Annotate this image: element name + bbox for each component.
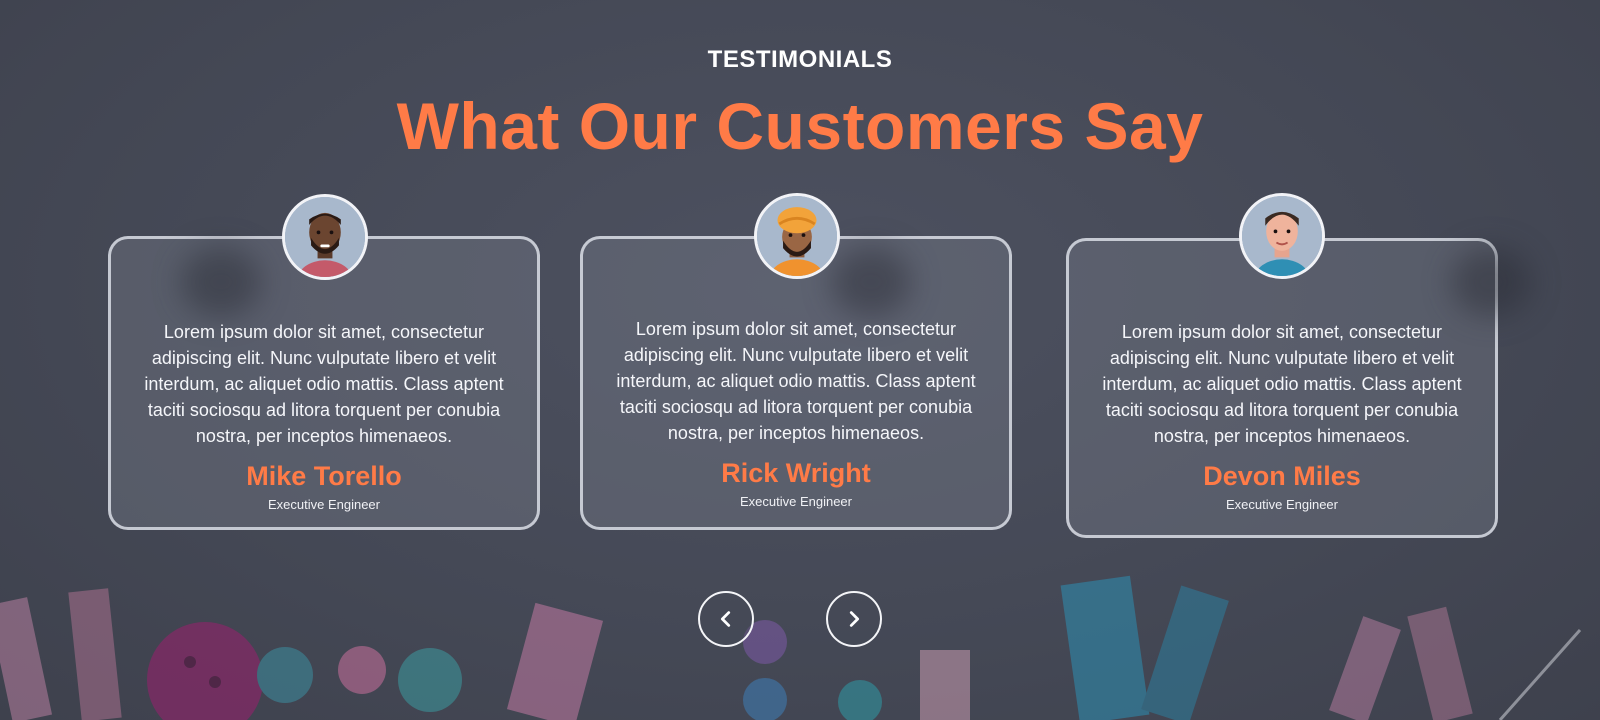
avatar-man-turban-icon — [754, 193, 840, 279]
testimonial-card: Lorem ipsum dolor sit amet, consectetur … — [580, 236, 1012, 530]
sewing-decoration-image — [0, 575, 1582, 720]
testimonial-card: Lorem ipsum dolor sit amet, consectetur … — [1066, 238, 1531, 538]
testimonial-quote: Lorem ipsum dolor sit amet, consectetur … — [616, 319, 976, 443]
avatar-man-dark-beard-icon — [282, 194, 368, 280]
chevron-left-icon — [720, 611, 731, 627]
section-title: What Our Customers Say — [396, 89, 1204, 163]
testimonial-role: Executive Engineer — [739, 494, 852, 509]
carousel-next-button[interactable] — [826, 591, 882, 647]
testimonial-card: Lorem ipsum dolor sit amet, consectetur … — [108, 236, 540, 530]
testimonial-name: Devon Miles — [1203, 461, 1361, 491]
testimonial-quote: Lorem ipsum dolor sit amet, consectetur … — [1102, 322, 1462, 446]
testimonial-role: Executive Engineer — [1225, 497, 1338, 512]
testimonial-name: Rick Wright — [721, 458, 871, 488]
carousel-prev-button[interactable] — [698, 591, 754, 647]
chevron-right-icon — [849, 611, 860, 627]
testimonial-name: Mike Torello — [246, 461, 402, 491]
avatar-man-short-hair-icon — [1239, 193, 1325, 279]
testimonial-quote: Lorem ipsum dolor sit amet, consectetur … — [144, 322, 504, 446]
section-eyebrow: TESTIMONIALS — [707, 46, 893, 73]
testimonial-role: Executive Engineer — [267, 497, 380, 512]
